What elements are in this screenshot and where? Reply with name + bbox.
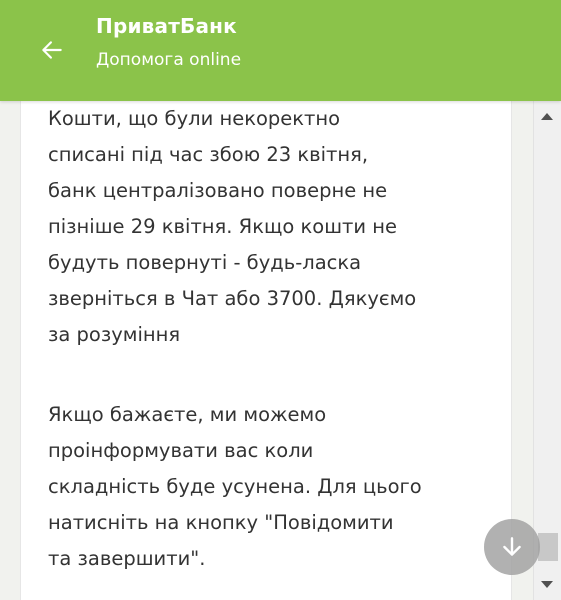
scrollbar-thumb[interactable] bbox=[538, 533, 558, 561]
vertical-scrollbar[interactable] bbox=[533, 101, 561, 600]
chat-window: ПриватБанк Допомога online Кошти, що бул… bbox=[0, 0, 561, 600]
back-button[interactable] bbox=[30, 28, 74, 72]
message-text-notify: Якщо бажаєте, ми можемо проінформувати в… bbox=[48, 403, 422, 570]
arrow-left-icon bbox=[42, 41, 62, 59]
scroll-to-bottom-button[interactable] bbox=[484, 519, 540, 575]
arrow-down-icon bbox=[503, 537, 521, 556]
message-text-refund: Кошти, що були некоректно списані під ча… bbox=[48, 107, 417, 346]
scroll-down-arrow-icon[interactable] bbox=[541, 581, 553, 588]
scroll-up-arrow-icon[interactable] bbox=[541, 113, 553, 120]
header-title: ПриватБанк bbox=[96, 14, 237, 38]
app-header: ПриватБанк Допомога online bbox=[0, 0, 561, 101]
header-subtitle: Допомога online bbox=[96, 50, 242, 70]
message-bubble: Кошти, що були некоректно списані під ча… bbox=[20, 101, 512, 600]
chat-messages-area[interactable]: Кошти, що були некоректно списані під ча… bbox=[0, 101, 533, 600]
